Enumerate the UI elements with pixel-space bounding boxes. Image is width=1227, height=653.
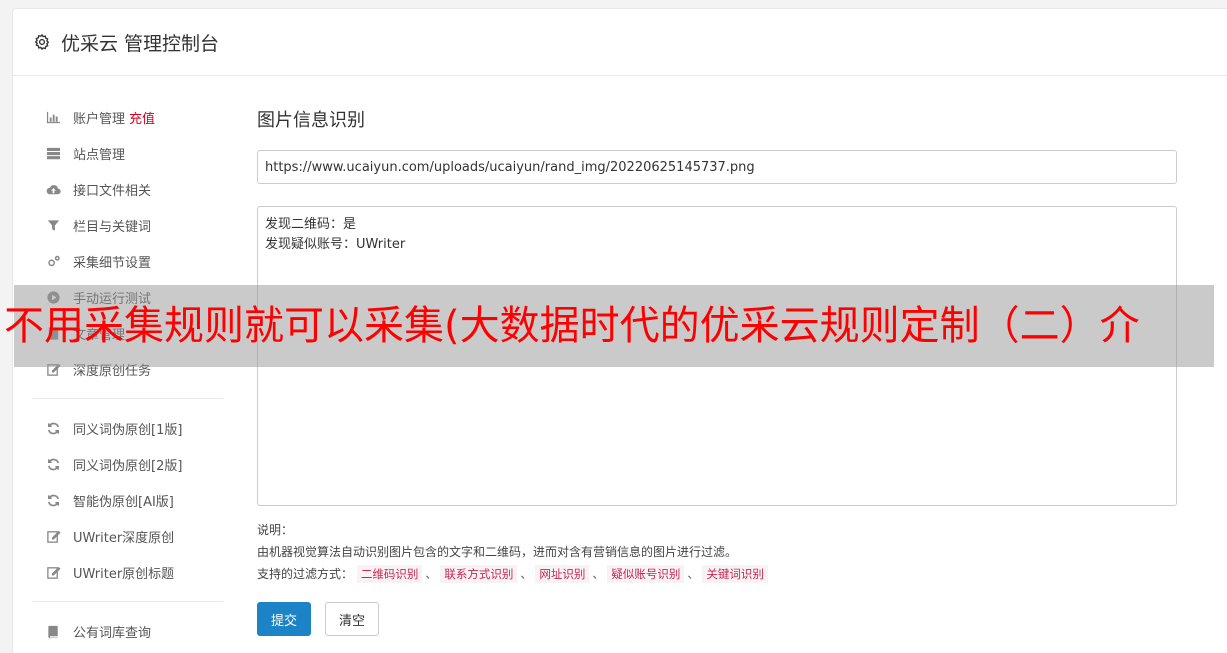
edit-icon xyxy=(45,564,61,580)
filter-tag: 二维码识别 xyxy=(356,565,423,583)
result-line: 发现疑似账号：UWriter xyxy=(265,237,406,252)
sidebar-item-label: 智能伪原创[AI版] xyxy=(73,494,174,510)
tag-separator: 、 xyxy=(425,567,438,581)
refresh-icon xyxy=(45,420,61,436)
sidebar-divider xyxy=(33,601,223,602)
sidebar-item-label: 站点管理 xyxy=(73,147,126,163)
cloud-upload-icon xyxy=(45,181,61,197)
watermark-text: 不用采集规则就可以采集(大数据时代的优采云规则定制（二）介 xyxy=(4,303,1140,349)
edit-icon xyxy=(45,528,61,544)
refresh-icon xyxy=(45,456,61,472)
sidebar-item-label: 接口文件相关 xyxy=(73,183,152,199)
sidebar-nav: 账户管理 充值 站点管理 接口文件相关 栏目与关键词 采集细节设置 深度原创任务… xyxy=(33,99,223,649)
result-line: 发现二维码：是 xyxy=(265,217,357,232)
refresh-icon xyxy=(45,492,61,508)
main-content: 图片信息识别 发现二维码：是 发现疑似账号：UWriter 说明： 由机器视觉算… xyxy=(257,109,1177,636)
sidebar-item-label: 采集细节设置 xyxy=(73,255,152,271)
sidebar-item-ai-rewrite[interactable]: 智能伪原创[AI版] xyxy=(33,482,223,518)
sidebar-item-account[interactable]: 账户管理 充值 xyxy=(33,99,223,135)
bar-chart-icon xyxy=(45,109,61,125)
notes-description: 由机器视觉算法自动识别图片包含的文字和二维码，进而对含有营销信息的图片进行过滤。 xyxy=(257,545,738,559)
gear-icon xyxy=(33,33,51,51)
sidebar-item-label: 栏目与关键词 xyxy=(73,219,152,235)
sidebar-item-label: 账户管理 xyxy=(73,111,126,127)
action-buttons: 提交 清空 xyxy=(257,602,1177,636)
submit-button[interactable]: 提交 xyxy=(257,602,311,636)
filter-methods: 支持的过滤方式： 二维码识别、联系方式识别、网址识别、疑似账号识别、关键词识别 xyxy=(257,563,1177,585)
notes-label: 说明： xyxy=(257,523,294,537)
tag-separator: 、 xyxy=(592,567,605,581)
sidebar-divider xyxy=(33,398,223,399)
clear-button[interactable]: 清空 xyxy=(325,602,379,636)
filter-tag: 联系方式识别 xyxy=(440,565,518,583)
tag-separator: 、 xyxy=(520,567,533,581)
sidebar-item-uwriter-title[interactable]: UWriter原创标题 xyxy=(33,554,223,590)
sidebar-item-columns-keywords[interactable]: 栏目与关键词 xyxy=(33,207,223,243)
sidebar-item-label: UWriter原创标题 xyxy=(73,566,175,582)
image-url-input[interactable] xyxy=(257,150,1177,184)
cogs-icon xyxy=(45,253,61,269)
server-icon xyxy=(45,145,61,161)
sidebar-item-label: UWriter深度原创 xyxy=(73,530,175,546)
filter-icon xyxy=(45,217,61,233)
sidebar-item-synonym-v2[interactable]: 同义词伪原创[2版] xyxy=(33,446,223,482)
sidebar-item-label: 同义词伪原创[1版] xyxy=(73,422,183,438)
tag-separator: 、 xyxy=(687,567,700,581)
sidebar-item-label: 同义词伪原创[2版] xyxy=(73,458,183,474)
recharge-link[interactable]: 充值 xyxy=(129,108,155,127)
sidebar-item-uwriter-deep[interactable]: UWriter深度原创 xyxy=(33,518,223,554)
sidebar-item-sites[interactable]: 站点管理 xyxy=(33,135,223,171)
book-icon xyxy=(45,623,61,639)
filter-tag: 网址识别 xyxy=(535,565,590,583)
sidebar-item-public-lexicon[interactable]: 公有词库查询 xyxy=(33,613,223,649)
page-title: 优采云 管理控制台 xyxy=(61,32,220,55)
filter-tag: 疑似账号识别 xyxy=(607,565,685,583)
page-header: 优采云 管理控制台 xyxy=(13,9,1227,76)
sidebar-item-collect-settings[interactable]: 采集细节设置 xyxy=(33,243,223,279)
notes-section: 说明： 由机器视觉算法自动识别图片包含的文字和二维码，进而对含有营销信息的图片进… xyxy=(257,519,1177,585)
section-title: 图片信息识别 xyxy=(257,110,365,131)
sidebar-item-label: 公有词库查询 xyxy=(73,625,152,641)
sidebar-item-synonym-v1[interactable]: 同义词伪原创[1版] xyxy=(33,410,223,446)
filter-label: 支持的过滤方式： xyxy=(257,567,354,581)
filter-tag: 关键词识别 xyxy=(702,565,768,583)
sidebar-item-interface-files[interactable]: 接口文件相关 xyxy=(33,171,223,207)
